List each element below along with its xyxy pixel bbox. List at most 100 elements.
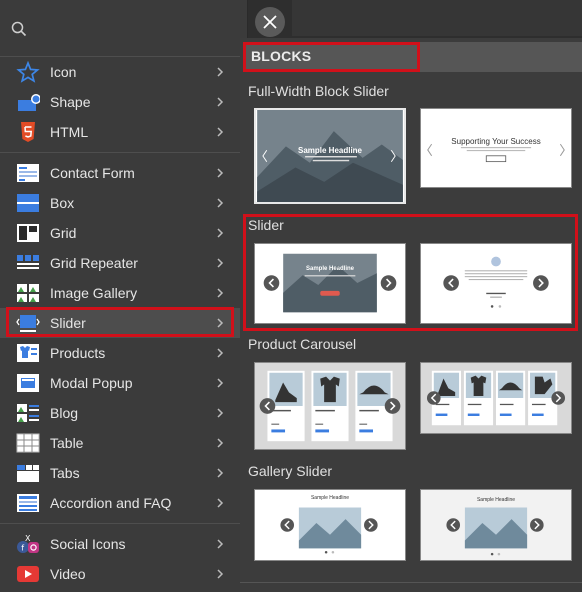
block-thumbnail-slider-1[interactable]: Sample Headline xyxy=(254,243,406,324)
chevron-right-icon xyxy=(217,468,224,478)
thumb-headline: Sample Headline xyxy=(476,497,516,503)
social-icons-icon: f X xyxy=(17,534,39,553)
menu-item-label: Blog xyxy=(50,405,79,421)
section-title: Product Carousel xyxy=(248,336,357,352)
chevron-right-icon xyxy=(217,97,224,107)
product-carousel-preview xyxy=(422,363,570,433)
section-title: Slider xyxy=(248,217,284,233)
search-bar[interactable] xyxy=(0,0,248,56)
chevron-right-icon xyxy=(217,498,224,508)
search-input[interactable] xyxy=(34,14,234,44)
block-thumbnail-full-width-1[interactable]: Sample Headline xyxy=(254,108,406,204)
blog-icon xyxy=(17,404,39,422)
image-gallery-icon xyxy=(17,284,39,302)
chevron-right-icon xyxy=(217,168,224,178)
testimonial-slider-preview xyxy=(421,244,571,323)
chevron-right-icon xyxy=(217,127,224,137)
chevron-right-icon xyxy=(217,539,224,549)
menu-item-social-icons[interactable]: f X Social Icons xyxy=(0,529,248,559)
menu-item-label: Shape xyxy=(50,94,91,110)
block-thumbnail-slider-2[interactable] xyxy=(420,243,572,324)
blocks-header-title: BLOCKS xyxy=(251,48,312,64)
block-thumbnail-gallery-slider-1[interactable]: Sample Headline xyxy=(254,489,406,561)
block-thumbnail-product-carousel-1[interactable] xyxy=(254,362,406,450)
blocks-header: BLOCKS xyxy=(243,42,582,72)
menu-item-label: Video xyxy=(50,566,86,582)
menu-item-label: Grid Repeater xyxy=(50,255,138,271)
top-strip xyxy=(292,0,582,36)
chevron-right-icon xyxy=(217,569,224,579)
chevron-right-icon xyxy=(217,198,224,208)
menu-item-grid-repeater[interactable]: Grid Repeater xyxy=(0,248,248,278)
svg-text:f: f xyxy=(21,544,24,553)
video-icon xyxy=(17,566,39,582)
menu-item-label: Grid xyxy=(50,225,77,241)
menu-item-label: Accordion and FAQ xyxy=(50,495,172,511)
thumb-headline: Sample Headline xyxy=(297,146,363,155)
menu-item-label: Box xyxy=(50,195,75,211)
close-button[interactable] xyxy=(255,7,285,37)
block-thumbnail-product-carousel-2[interactable] xyxy=(420,362,572,434)
menu-item-box[interactable]: Box xyxy=(0,188,248,218)
accordion-icon xyxy=(17,494,39,512)
block-thumbnail-gallery-slider-2[interactable]: Sample Headline xyxy=(420,489,572,561)
divider xyxy=(0,523,248,524)
chevron-right-icon xyxy=(217,378,224,388)
mountain-image xyxy=(257,110,403,202)
thumb-headline: Sample Headline xyxy=(310,495,350,501)
menu-item-image-gallery[interactable]: Image Gallery xyxy=(0,278,248,308)
svg-text:X: X xyxy=(25,534,31,543)
search-icon xyxy=(11,21,27,37)
slider-icon xyxy=(16,315,40,332)
shape-icon xyxy=(18,94,40,111)
chevron-right-icon xyxy=(217,348,224,358)
chevron-right-icon xyxy=(217,228,224,238)
section-title: Full-Width Block Slider xyxy=(248,83,389,99)
chevron-right-icon xyxy=(217,288,224,298)
element-menu: Icon Shape HTML Contact Form Box Grid Gr… xyxy=(0,0,248,592)
menu-item-table[interactable]: Table xyxy=(0,428,248,458)
menu-item-shape[interactable]: Shape xyxy=(0,87,248,117)
menu-item-label: HTML xyxy=(50,124,89,140)
menu-item-label: Slider xyxy=(50,315,86,331)
menu-item-icon[interactable]: Icon xyxy=(0,57,248,87)
tabs-icon xyxy=(17,465,39,482)
star-icon xyxy=(16,61,40,83)
menu-item-accordion[interactable]: Accordion and FAQ xyxy=(0,488,248,518)
menu-item-label: Tabs xyxy=(50,465,80,481)
chevron-right-icon xyxy=(217,408,224,418)
menu-item-label: Products xyxy=(50,345,106,361)
divider xyxy=(240,582,582,583)
menu-item-label: Social Icons xyxy=(50,536,126,552)
menu-item-products[interactable]: Products xyxy=(0,338,248,368)
menu-item-label: Icon xyxy=(50,64,77,80)
menu-item-blog[interactable]: Blog xyxy=(0,398,248,428)
thumb-headline: Sample Headline xyxy=(305,266,355,272)
menu-item-slider[interactable]: Slider xyxy=(0,308,248,338)
block-thumbnail-full-width-2[interactable]: Supporting Your Success xyxy=(420,108,572,188)
table-icon xyxy=(16,433,40,453)
menu-item-contact-form[interactable]: Contact Form xyxy=(0,158,248,188)
menu-item-video[interactable]: Video xyxy=(0,559,248,589)
menu-item-tabs[interactable]: Tabs xyxy=(0,458,248,488)
slider-preview xyxy=(255,244,405,323)
product-carousel-preview xyxy=(255,363,405,449)
chevron-right-icon xyxy=(217,438,224,448)
modal-popup-icon xyxy=(17,374,39,392)
support-banner xyxy=(421,109,571,187)
close-icon xyxy=(263,15,277,29)
chevron-right-icon xyxy=(217,318,224,328)
thumb-headline: Supporting Your Success xyxy=(451,137,541,146)
menu-item-modal-popup[interactable]: Modal Popup xyxy=(0,368,248,398)
section-title: Gallery Slider xyxy=(248,463,333,479)
menu-item-label: Modal Popup xyxy=(50,375,133,391)
contact-form-icon xyxy=(17,164,39,182)
menu-item-grid[interactable]: Grid xyxy=(0,218,248,248)
products-icon xyxy=(17,344,39,362)
chevron-right-icon xyxy=(217,67,224,77)
box-icon xyxy=(17,194,39,212)
menu-item-label: Contact Form xyxy=(50,165,135,181)
menu-item-label: Image Gallery xyxy=(50,285,138,301)
chevron-right-icon xyxy=(217,258,224,268)
menu-item-html[interactable]: HTML xyxy=(0,117,248,147)
